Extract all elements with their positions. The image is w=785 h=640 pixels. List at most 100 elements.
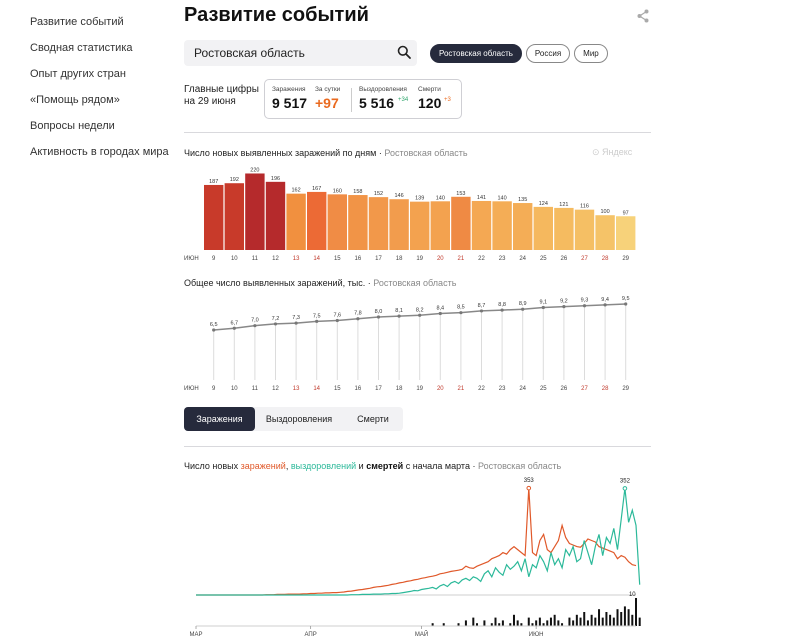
x-tick-label: 25 — [540, 386, 547, 392]
bar — [368, 197, 389, 250]
c3-title-infections: заражений — [240, 461, 286, 471]
x-tick-label: 21 — [458, 386, 465, 392]
death-bar — [631, 614, 634, 626]
tab-infections[interactable]: Заражения — [184, 407, 255, 431]
share-icon[interactable] — [635, 8, 651, 24]
page-title: Развитие событий — [184, 4, 369, 26]
chart-since-march-region: Ростовская область — [477, 461, 562, 471]
point-value-label: 8,7 — [478, 303, 486, 309]
death-bar — [568, 617, 571, 626]
bar-value-label: 162 — [292, 188, 301, 194]
key-figures-title: Главные цифры — [184, 84, 259, 95]
x-tick-label: 28 — [602, 256, 609, 262]
bar-value-label: 139 — [415, 196, 424, 202]
chart-since-march: 353 352 10 МАР АПР МАЙ ИЮН — [189, 478, 641, 638]
deaths-label: Смерти — [418, 86, 441, 93]
x-tick-label: 23 — [499, 256, 506, 262]
pill-russia[interactable]: Россия — [525, 44, 571, 63]
x-month-label: ИЮН — [184, 256, 199, 262]
point — [500, 308, 504, 312]
point-value-label: 9,2 — [560, 299, 568, 305]
x-tick-label: 24 — [519, 386, 526, 392]
annotation-point — [622, 486, 628, 491]
key-figures-box: Заражения 9 517 За сутки +97 Выздоровлен… — [264, 79, 462, 119]
death-bar — [583, 612, 586, 626]
bar — [327, 194, 347, 250]
x-tick-label: 20 — [437, 256, 444, 262]
x-tick-label: 16 — [355, 256, 362, 262]
x-tick-label: 11 — [252, 386, 259, 392]
c3-title-part0: Число новых — [184, 461, 241, 471]
point — [335, 318, 339, 323]
death-bar — [546, 620, 549, 626]
chart-total-infections: 6,5 9 6,7 10 7,0 11 7,2 12 7,3 13 7,5 14 7,6 15 7,8 16 8… — [184, 296, 630, 392]
death-bar — [538, 617, 541, 626]
daily-label: За сутки — [315, 86, 341, 93]
sidebar-item-development[interactable]: Развитие событий — [20, 10, 162, 34]
bar-value-label: 124 — [539, 201, 548, 207]
sidebar-item-world-cities[interactable]: Активность в городах мира — [20, 140, 169, 164]
x-tick-label: 15 — [334, 386, 341, 392]
death-bar — [598, 609, 601, 626]
death-bar — [535, 620, 538, 626]
point — [624, 302, 628, 306]
bar-value-label: 196 — [271, 176, 280, 182]
death-bar — [623, 606, 626, 626]
c3-title-part4: и — [356, 461, 367, 471]
death-bar — [494, 617, 497, 626]
chart-daily-region: Ростовская область — [384, 148, 468, 158]
bar-value-label: 220 — [250, 167, 259, 173]
point — [541, 305, 545, 310]
x-tick-label: 9 — [212, 256, 216, 262]
bar — [451, 196, 471, 250]
bar — [307, 191, 327, 250]
death-bar — [575, 614, 578, 626]
point — [418, 313, 422, 317]
sidebar-item-help-nearby[interactable]: «Помощь рядом» — [20, 88, 162, 112]
x-tick-label: 15 — [334, 256, 341, 262]
point-value-label: 8,2 — [416, 307, 424, 313]
point-value-label: 8,4 — [436, 306, 444, 312]
x-tick-label: 19 — [416, 386, 423, 392]
x-tick-label: 10 — [231, 256, 238, 262]
bar — [224, 183, 244, 250]
point — [582, 304, 587, 308]
bar — [595, 215, 615, 250]
bar-value-label: 192 — [230, 177, 239, 183]
sidebar-item-summary[interactable]: Сводная статистика — [20, 36, 162, 60]
death-bar — [601, 617, 604, 626]
sidebar-item-other-countries[interactable]: Опыт других стран — [20, 62, 162, 86]
point-value-label: 9,3 — [581, 298, 589, 304]
sidebar-item-week-questions[interactable]: Вопросы недели — [20, 114, 162, 138]
point — [232, 326, 236, 330]
x-tick-label: 18 — [396, 256, 403, 262]
point — [253, 324, 257, 328]
point — [562, 305, 566, 309]
pill-world[interactable]: Мир — [574, 44, 608, 63]
chart-since-march-title: Число новых заражений, выздоровлений и с… — [184, 461, 561, 471]
x-tick-label: 12 — [272, 256, 279, 262]
point-value-label: 6,5 — [210, 322, 218, 328]
search-input[interactable] — [184, 40, 384, 66]
x-tick-label: 13 — [293, 256, 300, 262]
death-bar — [572, 620, 575, 626]
x-tick-label: 14 — [313, 256, 320, 262]
x-tick-label: 29 — [622, 256, 629, 262]
tab-deaths[interactable]: Смерти — [343, 407, 403, 431]
region-switcher: Ростовская область Россия Мир — [430, 44, 608, 63]
stat-divider — [351, 88, 352, 112]
search-icon[interactable] — [397, 45, 411, 59]
bar — [616, 216, 636, 250]
bar — [554, 207, 574, 250]
bar — [348, 195, 368, 250]
x-tick-label: 24 — [519, 256, 526, 262]
x-tick-label: 26 — [561, 256, 568, 262]
tab-recoveries[interactable]: Выздоровления — [255, 407, 343, 431]
bar-value-label: 146 — [395, 193, 404, 199]
bar-value-label: 116 — [580, 204, 589, 210]
pill-rostov[interactable]: Ростовская область — [430, 44, 522, 63]
x-month-label: АПР — [304, 632, 316, 638]
death-bar — [516, 620, 519, 626]
x-tick-label: 14 — [313, 386, 320, 392]
bar — [265, 181, 286, 250]
